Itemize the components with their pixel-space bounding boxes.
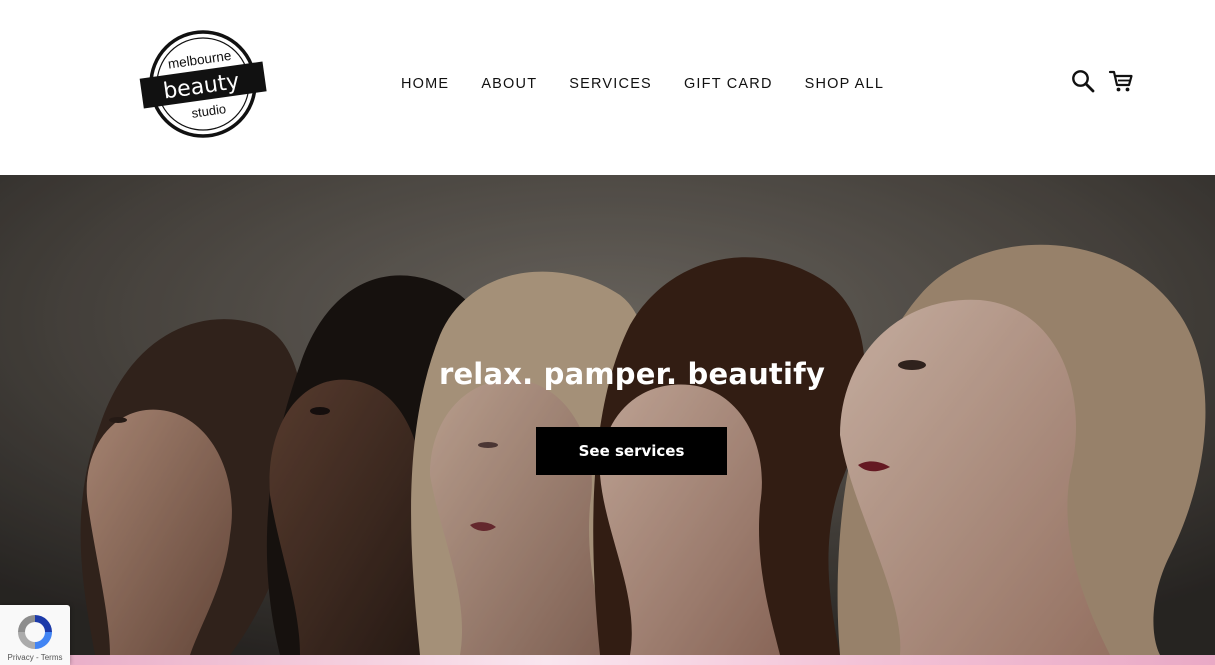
site-header: melbourne beauty studio HOME ABOUT SERVI… bbox=[0, 0, 1215, 175]
nav-services[interactable]: SERVICES bbox=[569, 76, 652, 92]
nav-about[interactable]: ABOUT bbox=[481, 76, 537, 92]
recaptcha-privacy-link[interactable]: Privacy bbox=[8, 653, 34, 662]
see-services-button[interactable]: See services bbox=[536, 427, 727, 475]
nav-home[interactable]: HOME bbox=[401, 76, 449, 92]
recaptcha-separator: - bbox=[33, 653, 41, 662]
brand-logo[interactable]: melbourne beauty studio bbox=[138, 27, 268, 141]
nav-gift-card[interactable]: GIFT CARD bbox=[684, 76, 773, 92]
recaptcha-badge[interactable]: Privacy - Terms bbox=[0, 605, 70, 665]
recaptcha-icon bbox=[18, 615, 52, 649]
hero-overlay bbox=[0, 175, 1215, 655]
next-section-peek bbox=[0, 655, 1215, 665]
hero-title: relax. pamper. beautify bbox=[438, 357, 826, 391]
cart-icon[interactable] bbox=[1108, 68, 1134, 94]
recaptcha-links: Privacy - Terms bbox=[0, 653, 70, 662]
nav-shop-all[interactable]: SHOP ALL bbox=[805, 76, 884, 92]
search-icon[interactable] bbox=[1070, 68, 1096, 94]
header-actions bbox=[1070, 68, 1134, 96]
main-nav: HOME ABOUT SERVICES GIFT CARD SHOP ALL bbox=[401, 74, 916, 94]
hero-banner: relax. pamper. beautify See services bbox=[0, 175, 1215, 655]
recaptcha-terms-link[interactable]: Terms bbox=[41, 653, 63, 662]
brand-logo-mark: melbourne beauty studio bbox=[139, 30, 267, 138]
